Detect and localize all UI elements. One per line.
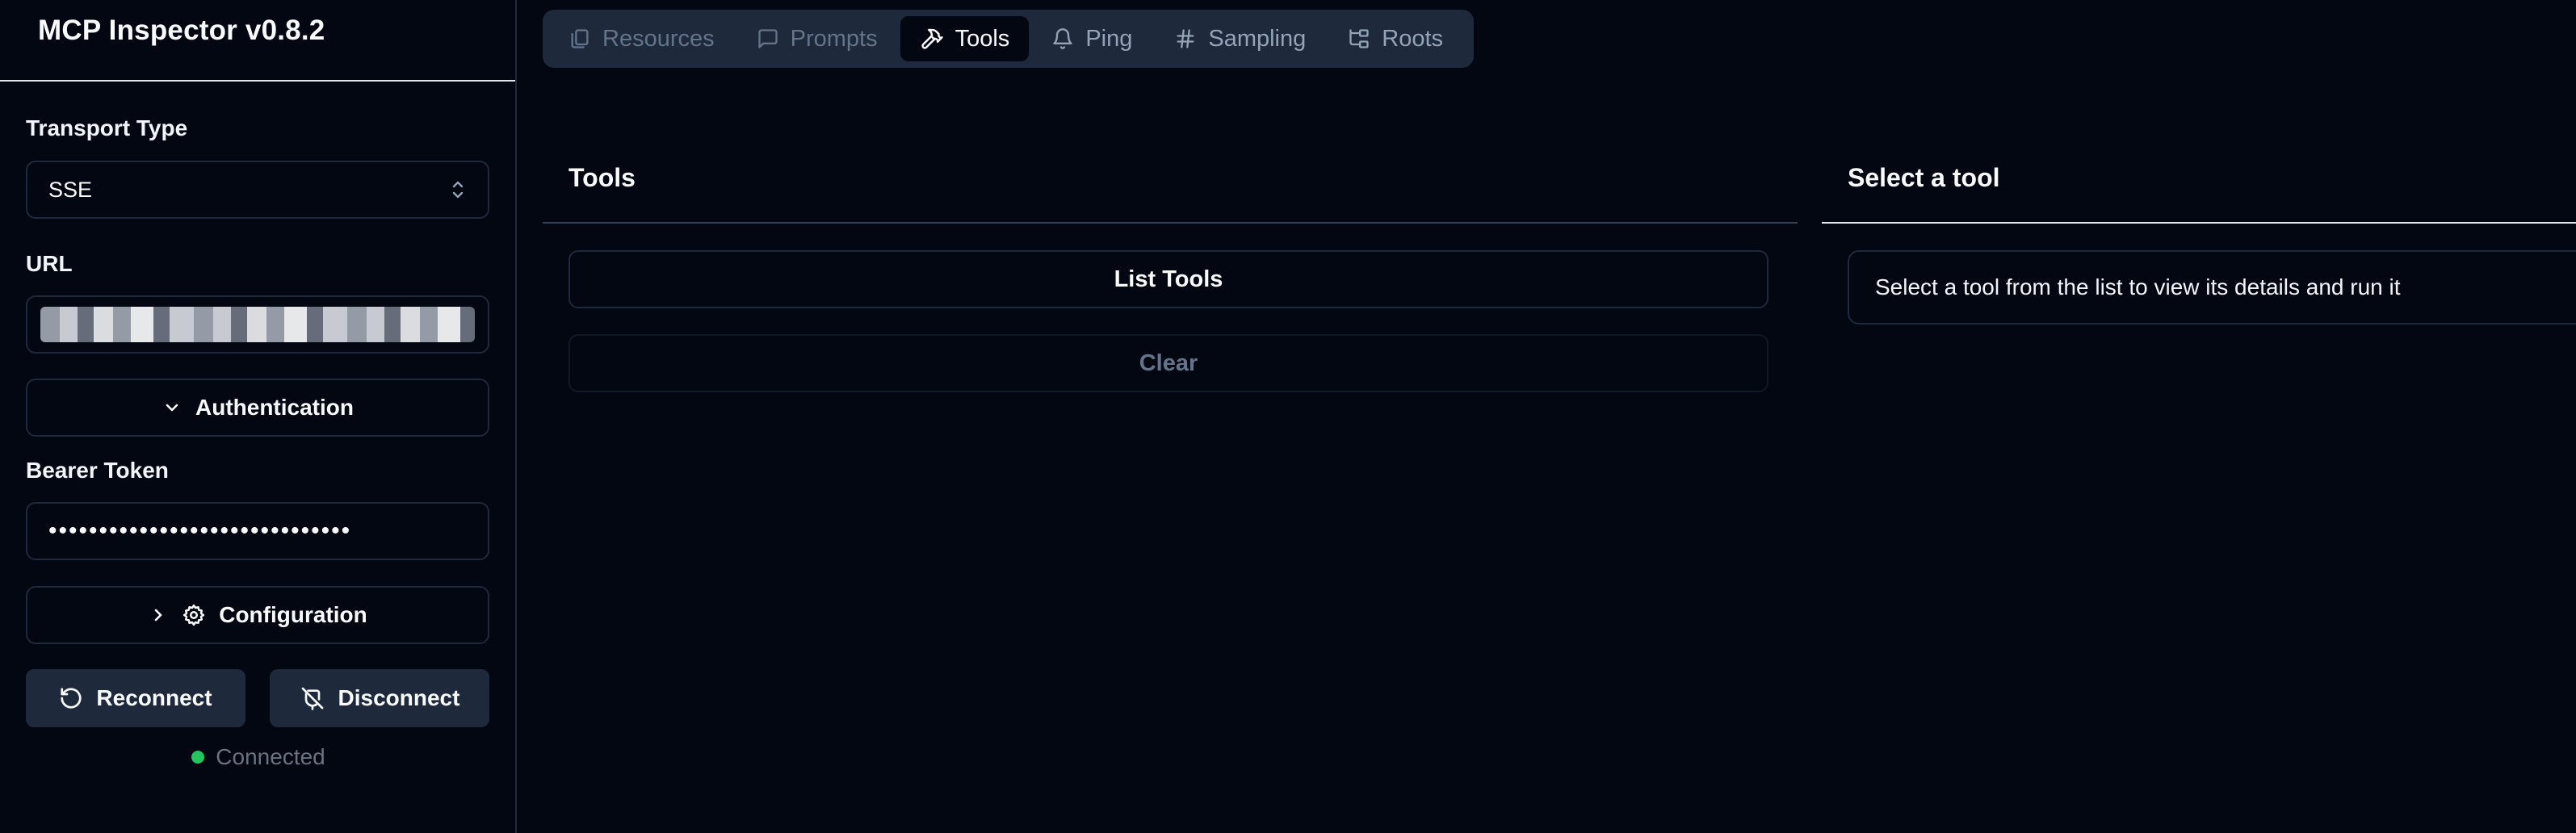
tab-label: Prompts: [790, 25, 878, 52]
transport-type-label: Transport Type: [26, 115, 188, 140]
transport-type-value: SSE: [48, 177, 93, 202]
tab-label: Tools: [954, 25, 1010, 52]
tab-label: Ping: [1085, 25, 1133, 52]
tab-resources[interactable]: Resources: [549, 16, 734, 61]
mcp-inspector-app: MCP Inspector v0.8.2 Transport Type SSE …: [0, 0, 2576, 833]
clear-button[interactable]: Clear: [568, 334, 1768, 392]
hammer-icon: [920, 27, 944, 51]
chevrons-up-down-icon: [449, 178, 467, 202]
reconnect-button[interactable]: Reconnect: [26, 669, 245, 727]
bearer-token-value: ••••••••••••••••••••••••••••••: [48, 517, 352, 544]
details-panel-title: Select a tool: [1848, 163, 2000, 192]
gear-icon: [182, 603, 206, 627]
tools-panel-divider: [543, 222, 1798, 224]
folder-tree-icon: [1348, 27, 1370, 50]
disconnect-button[interactable]: Disconnect: [270, 669, 489, 727]
sidebar: MCP Inspector v0.8.2 Transport Type SSE …: [0, 0, 517, 833]
redacted-url-value: [40, 307, 475, 342]
tab-label: Resources: [602, 25, 715, 52]
bearer-token-input[interactable]: ••••••••••••••••••••••••••••••: [26, 502, 489, 560]
message-square-icon: [757, 27, 779, 50]
tab-label: Sampling: [1208, 25, 1307, 52]
files-icon: [568, 27, 591, 50]
bearer-token-label: Bearer Token: [26, 458, 169, 483]
rotate-ccw-icon: [59, 686, 83, 710]
authentication-label: Authentication: [195, 395, 354, 420]
configuration-label: Configuration: [219, 602, 367, 627]
tab-sampling[interactable]: Sampling: [1155, 16, 1325, 61]
tab-ping[interactable]: Ping: [1032, 16, 1152, 61]
status-text: Connected: [216, 744, 325, 769]
disconnect-label: Disconnect: [338, 685, 460, 710]
url-input[interactable]: [26, 295, 489, 354]
authentication-toggle-button[interactable]: Authentication: [26, 379, 489, 437]
tab-prompts[interactable]: Prompts: [737, 16, 897, 61]
tab-tools[interactable]: Tools: [900, 16, 1030, 61]
tab-label: Roots: [1382, 25, 1444, 52]
details-panel-divider: [1822, 222, 2576, 224]
configuration-toggle-button[interactable]: Configuration: [26, 586, 489, 644]
tab-roots[interactable]: Roots: [1328, 16, 1462, 61]
connection-status: Connected: [0, 744, 517, 770]
app-title: MCP Inspector v0.8.2: [38, 15, 325, 46]
unplug-icon: [300, 685, 325, 711]
status-dot: [191, 751, 205, 764]
reconnect-label: Reconnect: [96, 685, 212, 710]
list-tools-button[interactable]: List Tools: [568, 250, 1768, 308]
hash-icon: [1174, 27, 1197, 50]
tab-bar: Resources Prompts Tools Ping Sampling Ro…: [543, 10, 1474, 68]
chevron-down-icon: [162, 397, 183, 418]
chevron-right-icon: [148, 605, 169, 626]
sidebar-header: MCP Inspector v0.8.2: [0, 0, 515, 82]
bell-icon: [1051, 27, 1074, 50]
tool-details-placeholder: Select a tool from the list to view its …: [1848, 250, 2576, 324]
transport-type-select[interactable]: SSE: [26, 161, 489, 219]
tools-panel-title: Tools: [568, 163, 636, 192]
url-label: URL: [26, 251, 73, 276]
